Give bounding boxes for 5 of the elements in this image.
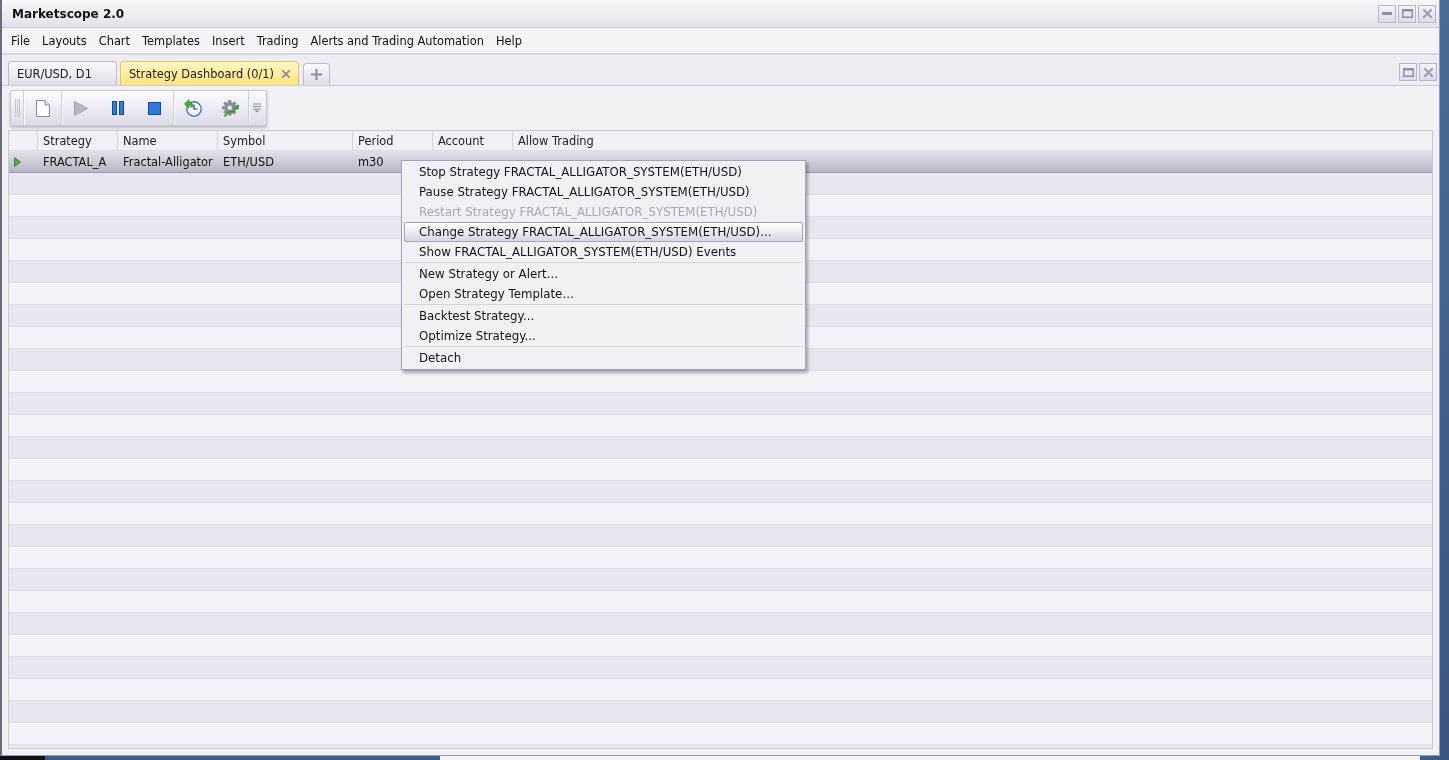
table-cell-text: Fractal-Alligator — [122, 154, 214, 169]
table-cell-text: ETH/USD — [222, 154, 275, 169]
window-title: Marketscope 2.0 — [12, 6, 125, 21]
table-cell-text: m30 — [357, 154, 385, 169]
table-cell-text: FRACTAL_A — [42, 154, 108, 169]
